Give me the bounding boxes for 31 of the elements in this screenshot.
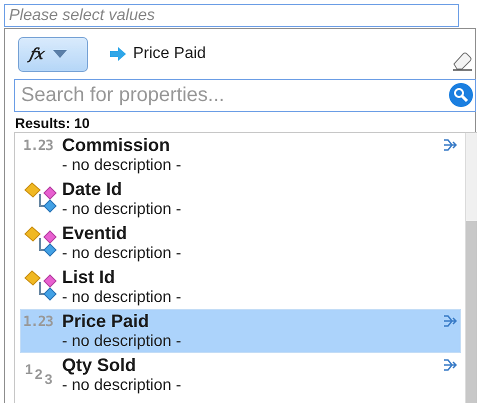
function-dropdown-button[interactable]: 𝑓𝑥	[18, 36, 88, 72]
decimal-type-label: 1.23	[23, 314, 54, 330]
decimal-type-label: 1.23	[23, 138, 54, 154]
property-name: List Id	[62, 267, 116, 288]
property-name: Price Paid	[62, 311, 150, 332]
property-name: Date Id	[62, 179, 124, 200]
property-list-item[interactable]: Eventid - no description -	[20, 221, 461, 265]
property-list-item[interactable]: 1.23 Commission - no description -	[20, 133, 461, 177]
property-name: Eventid	[62, 223, 128, 244]
property-list-item[interactable]: Date Id - no description -	[20, 177, 461, 221]
property-list-item[interactable]: 123 Qty Sold - no description -	[20, 353, 461, 397]
values-input-field[interactable]: Please select values	[4, 4, 459, 27]
right-arrow-icon	[110, 47, 127, 61]
property-list-item[interactable]: List Id - no description -	[20, 265, 461, 309]
current-property-label: Price Paid	[133, 45, 206, 63]
search-icon[interactable]	[449, 83, 473, 107]
property-name: Qty Sold	[62, 355, 138, 376]
caret-icon	[53, 50, 68, 58]
integer-type-label: 123	[23, 360, 59, 386]
property-list-item[interactable]: 1.23 Price Paid - no description -	[20, 309, 461, 353]
property-description: - no description -	[62, 288, 182, 307]
property-description: - no description -	[62, 244, 182, 263]
property-description: - no description -	[62, 376, 182, 395]
scrollbar[interactable]	[465, 133, 477, 403]
property-description: - no description -	[62, 200, 182, 219]
property-name: Commission	[62, 135, 172, 156]
property-description: - no description -	[62, 332, 182, 351]
property-description: - no description -	[62, 156, 182, 175]
results-count: Results: 10	[14, 114, 91, 132]
search-field[interactable]: Search for properties...	[14, 79, 476, 112]
eraser-icon[interactable]	[451, 51, 473, 71]
